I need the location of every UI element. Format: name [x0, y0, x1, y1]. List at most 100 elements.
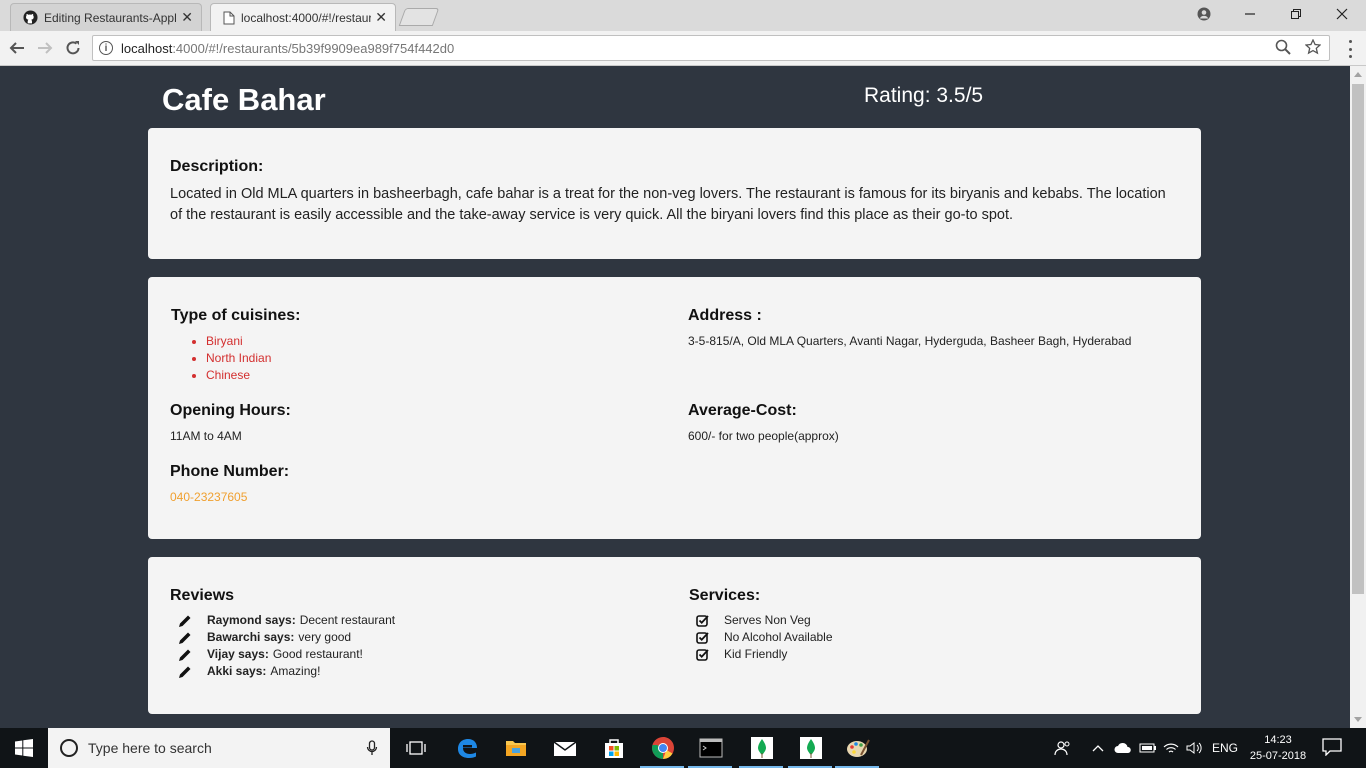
forward-icon[interactable] — [34, 37, 56, 59]
browser-toolbar: i localhost:4000/#!/restaurants/5b39f990… — [0, 31, 1366, 66]
wifi-icon[interactable] — [1163, 728, 1179, 768]
chrome-icon[interactable] — [651, 736, 675, 760]
checkbox-icon — [696, 615, 709, 627]
address-heading: Address : — [688, 307, 762, 324]
explorer-icon[interactable] — [504, 736, 528, 760]
review-author: Vijay says: — [207, 647, 269, 661]
scroll-up-icon[interactable] — [1354, 72, 1362, 77]
chevron-up-icon[interactable] — [1092, 728, 1104, 768]
page-scrollbar[interactable] — [1350, 66, 1366, 728]
cost-heading: Average-Cost: — [688, 402, 797, 419]
search-placeholder: Type here to search — [88, 740, 212, 756]
task-view-icon[interactable] — [404, 736, 428, 760]
reviews-list: Raymond says: Decent restaurant Bawarchi… — [178, 612, 395, 680]
services-heading: Services: — [689, 587, 761, 604]
pencil-icon — [179, 615, 191, 627]
cuisine-item: North Indian — [191, 351, 272, 365]
description-text: Located in Old MLA quarters in basheerba… — [170, 186, 1166, 223]
back-icon[interactable] — [6, 37, 28, 59]
star-icon[interactable] — [1305, 39, 1321, 55]
tab-editing-restaurants[interactable]: Editing Restaurants-Appli ✕ — [10, 3, 202, 31]
store-icon[interactable] — [602, 736, 626, 760]
review-text: Amazing! — [270, 664, 321, 678]
zoom-icon[interactable] — [1275, 39, 1291, 55]
page-content: Cafe Bahar Rating: 3.5/5 Description: Lo… — [0, 66, 1350, 728]
new-tab-button[interactable] — [398, 8, 440, 26]
close-window-icon[interactable] — [1322, 0, 1362, 28]
tab-localhost[interactable]: localhost:4000/#!/restaur ✕ — [210, 3, 396, 31]
reviews-services-card: Reviews Raymond says: Decent restaurant … — [148, 557, 1201, 714]
github-icon — [23, 10, 38, 25]
tab-strip: Editing Restaurants-Appli ✕ localhost:40… — [0, 0, 1366, 31]
tab-title: Editing Restaurants-Appli — [44, 10, 178, 25]
review-text: Decent restaurant — [299, 613, 396, 627]
close-icon[interactable]: ✕ — [375, 9, 387, 26]
review-author: Akki says: — [207, 664, 267, 678]
hours-text: 11AM to 4AM — [170, 429, 242, 443]
minimize-icon[interactable] — [1230, 0, 1270, 28]
clock-date: 25-07-2018 — [1249, 750, 1307, 762]
checkbox-icon — [696, 632, 709, 644]
cuisine-item: Biryani — [191, 333, 271, 350]
tab-title: localhost:4000/#!/restaur — [241, 10, 372, 25]
battery-icon[interactable] — [1139, 728, 1157, 768]
review-text: very good — [298, 630, 352, 644]
windows-icon[interactable] — [0, 728, 48, 768]
mongodb-icon[interactable] — [750, 736, 774, 760]
scrollbar-thumb[interactable] — [1352, 84, 1364, 594]
paint-icon[interactable] — [846, 736, 870, 760]
service-item: Serves Non Veg — [696, 612, 833, 629]
clock[interactable]: 14:23 25-07-2018 — [1244, 732, 1312, 764]
language-indicator[interactable]: ENG — [1212, 728, 1238, 768]
service-label: Kid Friendly — [724, 647, 788, 661]
profile-icon[interactable] — [1184, 0, 1224, 28]
edge-icon[interactable] — [455, 736, 479, 760]
menu-icon[interactable] — [1342, 40, 1358, 58]
review-item: Raymond says: Decent restaurant — [178, 612, 395, 629]
mic-icon[interactable] — [366, 740, 378, 756]
url-path: :4000/#!/restaurants/5b39f9909ea989f754f… — [172, 40, 455, 56]
review-item: Bawarchi says: very good — [178, 629, 395, 646]
description-heading: Description: — [170, 158, 264, 175]
info-icon[interactable]: i — [99, 41, 113, 55]
review-item: Vijay says: Good restaurant! — [178, 646, 395, 663]
clock-time: 14:23 — [1264, 734, 1292, 746]
phone-heading: Phone Number: — [170, 463, 290, 480]
address-bar[interactable]: i localhost:4000/#!/restaurants/5b39f990… — [92, 35, 1330, 61]
url-host: localhost — [121, 40, 173, 56]
restore-icon[interactable] — [1276, 0, 1316, 28]
review-author: Raymond says: — [207, 613, 296, 627]
pencil-icon — [179, 649, 191, 661]
details-card: Type of cuisines: Biryani North Indian C… — [148, 277, 1201, 539]
scroll-down-icon[interactable] — [1354, 717, 1362, 722]
reload-icon[interactable] — [62, 37, 84, 59]
mail-icon[interactable] — [553, 736, 577, 760]
service-item: Kid Friendly — [696, 646, 833, 663]
review-author: Bawarchi says: — [207, 630, 295, 644]
pencil-icon — [179, 666, 191, 678]
address-text: 3-5-815/A, Old MLA Quarters, Avanti Naga… — [688, 334, 1132, 348]
description-card: Description: Located in Old MLA quarters… — [148, 128, 1201, 259]
reviews-heading: Reviews — [170, 587, 235, 604]
hours-heading: Opening Hours: — [170, 402, 291, 419]
people-icon[interactable] — [1054, 728, 1072, 768]
phone-number[interactable]: 040-23237605 — [170, 490, 247, 504]
service-label: Serves Non Veg — [724, 613, 811, 627]
checkbox-icon — [696, 649, 709, 661]
taskbar-search[interactable]: Type here to search — [48, 728, 390, 768]
review-text: Good restaurant! — [272, 647, 363, 661]
mongodb-icon[interactable] — [799, 736, 823, 760]
taskbar: Type here to search ENG 14:23 25-07-2018 — [0, 728, 1366, 768]
restaurant-name: Cafe Bahar — [162, 82, 326, 117]
network-icon[interactable] — [1114, 728, 1132, 768]
page-icon — [223, 11, 235, 24]
service-label: No Alcohol Available — [724, 630, 833, 644]
volume-icon[interactable] — [1186, 728, 1204, 768]
services-list: Serves Non Veg No Alcohol Available Kid … — [696, 612, 833, 663]
pencil-icon — [179, 632, 191, 644]
close-icon[interactable]: ✕ — [181, 9, 193, 26]
notification-icon[interactable] — [1322, 738, 1342, 757]
terminal-icon[interactable] — [699, 736, 723, 760]
review-item: Akki says: Amazing! — [178, 663, 395, 680]
service-item: No Alcohol Available — [696, 629, 833, 646]
